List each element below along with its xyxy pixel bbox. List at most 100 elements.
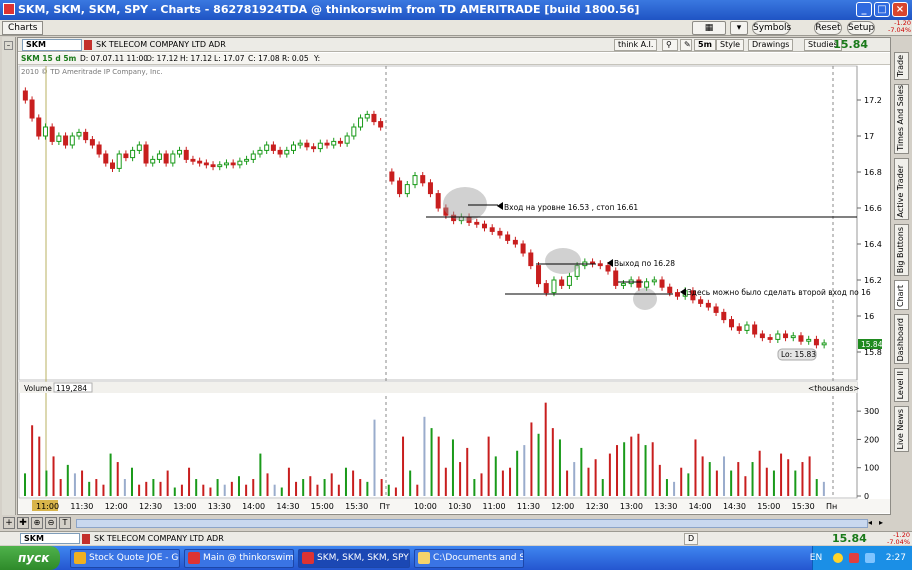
task-browser[interactable]: Stock Quote JOE - Go... — [70, 549, 180, 568]
task-explorer[interactable]: C:\Documents and Se... — [414, 549, 524, 568]
zoom-in-icon[interactable]: ⊕ — [31, 517, 43, 529]
candle-body — [237, 160, 243, 166]
candle-body — [651, 279, 657, 283]
second-company-name: SK TELECOM COMPANY LTD ADR — [94, 534, 224, 543]
candle-body — [69, 135, 75, 146]
tab-trade[interactable]: Trade — [894, 52, 909, 80]
volume-units: <thousands> — [808, 384, 860, 393]
volume-bar — [744, 476, 747, 496]
zoom-out-icon[interactable]: ⊖ — [45, 517, 57, 529]
volume-bar — [344, 467, 347, 496]
volume-bar — [594, 459, 597, 496]
timeframe-button[interactable]: 5m — [694, 39, 716, 51]
horizontal-scrollbar[interactable] — [76, 519, 868, 528]
second-symbol-input[interactable]: SKM — [20, 533, 80, 544]
minimize-button[interactable]: _ — [856, 2, 872, 17]
collapse-icon[interactable]: – — [4, 41, 13, 50]
scroll-left-icon[interactable]: ◂ — [868, 518, 878, 528]
tab-dashboard[interactable]: Dashboard — [894, 314, 909, 364]
tray-icon-2[interactable] — [849, 553, 859, 563]
candle-body — [698, 299, 704, 304]
volume-bar — [658, 464, 661, 496]
candle-body — [358, 117, 364, 128]
crosshair-icon[interactable]: ✚ — [17, 517, 29, 529]
candle-body — [520, 243, 526, 254]
volume-bar — [88, 481, 91, 496]
task-charts[interactable]: SKM, SKM, SKM, SPY ... — [298, 549, 410, 568]
volume-bar — [73, 473, 76, 496]
volume-bar — [480, 473, 483, 496]
time-label: 13:00 — [173, 502, 196, 511]
link-icon[interactable]: ⚲ — [662, 39, 678, 51]
volume-bar — [608, 453, 611, 496]
volume-bar — [644, 445, 647, 496]
tab-level-ii[interactable]: Level II — [894, 368, 909, 402]
pan-icon[interactable]: + — [3, 517, 15, 529]
second-timeframe-button[interactable]: D — [684, 533, 699, 545]
tab-charts[interactable]: Charts — [2, 21, 44, 35]
candle-body — [130, 149, 136, 159]
think-ai-button[interactable]: think A.I. — [614, 39, 658, 51]
maximize-button[interactable]: □ — [874, 2, 890, 17]
candle-body — [543, 283, 549, 294]
volume-bar — [815, 479, 818, 496]
volume-bar — [673, 481, 676, 496]
volume-bar — [551, 428, 554, 496]
volume-bar — [544, 402, 547, 496]
tray-icon[interactable] — [833, 553, 843, 563]
volume-bar — [444, 467, 447, 496]
candle-body — [210, 164, 216, 168]
tab-active-trader[interactable]: Active Trader — [894, 158, 909, 220]
tab-chart[interactable]: Chart — [894, 280, 909, 310]
task-charts-label: SKM, SKM, SKM, SPY ... — [317, 553, 410, 563]
volume-bar — [637, 433, 640, 496]
scroll-right-icon[interactable]: ▸ — [879, 518, 889, 528]
second-change-pct: -7.04% — [887, 538, 910, 546]
tab-big-buttons[interactable]: Big Buttons — [894, 224, 909, 276]
price-chart[interactable]: 17.2 17 16.8 16.6 16.4 16.2 16 15.8 Вход на уро… — [18, 52, 890, 514]
candle-body — [49, 126, 55, 142]
volume-bar — [616, 445, 619, 496]
language-indicator[interactable]: EN — [807, 546, 825, 570]
start-button[interactable]: пуск — [0, 546, 60, 570]
volume-bar — [630, 436, 633, 496]
style-button[interactable]: Style — [716, 39, 745, 51]
volume-bar — [287, 467, 290, 496]
time-label: 11:00 — [36, 502, 59, 511]
candle-body — [474, 221, 480, 225]
volume-bar — [694, 439, 697, 496]
candle-body — [331, 140, 337, 146]
company-name: SK TELECOM COMPANY LTD ADR — [96, 40, 226, 49]
candle-body — [63, 135, 69, 146]
symbol-input[interactable]: SKM — [22, 39, 82, 51]
volume-bar — [451, 439, 454, 496]
setup-button[interactable]: Setup — [847, 21, 875, 35]
candle-body — [364, 113, 370, 119]
tools-icon[interactable]: ✎ — [680, 39, 692, 51]
text-tool-icon[interactable]: T — [59, 517, 71, 529]
candle-body — [324, 142, 330, 146]
tab-chart-label: Chart — [896, 285, 905, 307]
task-main[interactable]: Main @ thinkorswim f... — [184, 549, 294, 568]
tab-times-and-sales[interactable]: Times And Sales — [894, 84, 909, 154]
grid-layout-button[interactable]: ▦ — [692, 21, 726, 35]
volume-bar — [601, 479, 604, 496]
second-last-price: 15.84 — [832, 532, 867, 545]
time-label: 14:00 — [689, 502, 712, 511]
volume-bar — [373, 419, 376, 496]
candle-body — [110, 162, 115, 169]
reset-button[interactable]: Reset — [814, 21, 842, 35]
tray-icon-3[interactable] — [865, 553, 875, 563]
layout-dropdown-button[interactable]: ▾ — [730, 21, 748, 35]
close-button[interactable]: × — [892, 2, 908, 17]
symbols-button[interactable]: Symbols — [752, 21, 791, 35]
tab-active-trader-label: Active Trader — [896, 164, 905, 217]
time-label: 11:30 — [517, 502, 540, 511]
top-toolbar: Charts ▦ ▾ Symbols Reset Setup -1.20 -7.… — [0, 20, 912, 36]
time-label: 10:00 — [414, 502, 437, 511]
tab-live-news[interactable]: Live News — [894, 406, 909, 452]
candle-body — [605, 265, 611, 272]
volume-bar — [822, 481, 825, 496]
volume-bar — [665, 479, 668, 496]
drawings-button[interactable]: Drawings — [748, 39, 794, 51]
